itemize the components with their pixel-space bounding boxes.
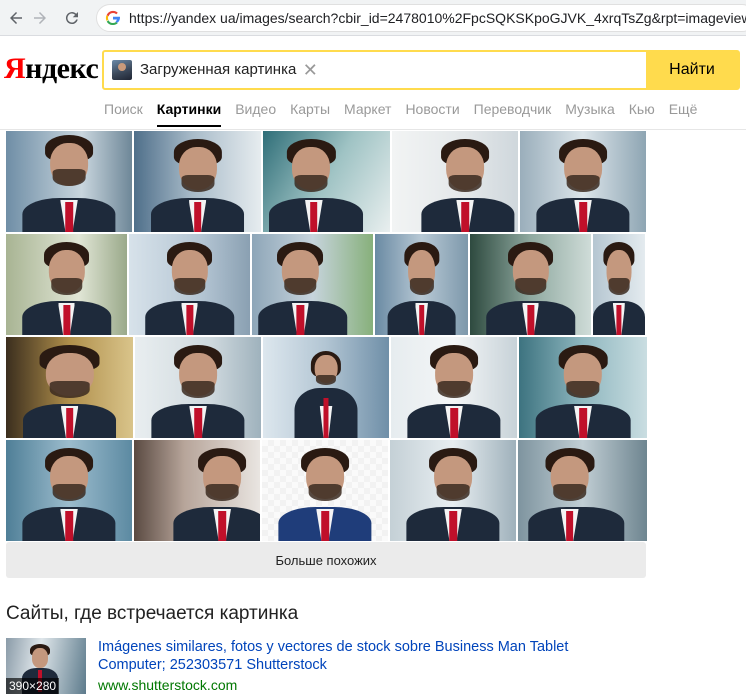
- search-query[interactable]: Загруженная картинка: [140, 52, 296, 88]
- image-size-badge: 390×280: [6, 678, 60, 694]
- tab-music[interactable]: Музыка: [565, 100, 615, 122]
- uploaded-image-thumbnail[interactable]: [112, 60, 132, 80]
- tab-search[interactable]: Поиск: [104, 100, 143, 122]
- image-tile[interactable]: [6, 131, 132, 232]
- image-row: [6, 131, 647, 232]
- image-tile[interactable]: [520, 131, 646, 232]
- image-row: [6, 337, 647, 438]
- image-tile[interactable]: [593, 234, 645, 335]
- image-tile[interactable]: [470, 234, 591, 335]
- image-tile[interactable]: [6, 234, 127, 335]
- image-tile[interactable]: [263, 337, 389, 438]
- image-tile[interactable]: [134, 131, 261, 232]
- search-button[interactable]: Найти: [646, 52, 738, 88]
- image-tile[interactable]: [6, 440, 132, 541]
- image-tile[interactable]: [129, 234, 250, 335]
- image-tile[interactable]: [518, 440, 647, 541]
- image-tile[interactable]: [263, 131, 390, 232]
- tab-market[interactable]: Маркет: [344, 100, 391, 122]
- image-tile[interactable]: [390, 440, 516, 541]
- tab-q[interactable]: Кью: [629, 100, 655, 122]
- url-text: https://yandex ua/images/search?cbir_id=…: [129, 10, 746, 26]
- tab-images[interactable]: Картинки: [156, 100, 222, 127]
- browser-toolbar: https://yandex ua/images/search?cbir_id=…: [0, 0, 746, 36]
- tab-translator[interactable]: Переводчик: [474, 100, 552, 122]
- tab-video[interactable]: Видео: [235, 100, 276, 122]
- reload-icon[interactable]: [60, 6, 84, 30]
- image-tile[interactable]: [252, 234, 373, 335]
- service-tabs: Поиск Картинки Видео Карты Маркет Новост…: [104, 100, 711, 127]
- tab-maps[interactable]: Карты: [290, 100, 330, 122]
- address-bar[interactable]: https://yandex ua/images/search?cbir_id=…: [96, 4, 746, 32]
- image-tile[interactable]: [6, 337, 133, 438]
- image-tile[interactable]: [392, 131, 518, 232]
- close-icon[interactable]: ✕: [296, 52, 324, 88]
- image-tile[interactable]: [519, 337, 647, 438]
- more-similar-button[interactable]: Больше похожих: [6, 542, 646, 578]
- search-input[interactable]: [324, 52, 646, 88]
- search-bar: Загруженная картинка ✕ Найти: [102, 50, 740, 90]
- divider: [0, 129, 746, 130]
- tab-news[interactable]: Новости: [405, 100, 459, 122]
- tab-more[interactable]: Ещё: [669, 100, 698, 122]
- yandex-logo[interactable]: Яндекс: [4, 52, 99, 86]
- image-row: [6, 234, 647, 335]
- image-tile[interactable]: [135, 337, 261, 438]
- result-url-link[interactable]: www.shutterstock.com: [98, 677, 237, 693]
- image-tile[interactable]: [375, 234, 468, 335]
- image-tile[interactable]: [391, 337, 517, 438]
- back-arrow-icon[interactable]: [4, 6, 28, 30]
- result-thumbnail[interactable]: 390×280: [6, 638, 86, 694]
- image-row: [6, 440, 647, 541]
- result-title-link[interactable]: Imágenes similares, fotos y vectores de …: [98, 638, 618, 674]
- google-g-icon: [105, 10, 121, 26]
- image-tile[interactable]: [134, 440, 260, 541]
- image-tile[interactable]: [262, 440, 388, 541]
- similar-images-grid: [6, 131, 647, 543]
- sites-heading: Сайты, где встречается картинка: [6, 603, 299, 624]
- forward-arrow-icon[interactable]: [28, 6, 52, 30]
